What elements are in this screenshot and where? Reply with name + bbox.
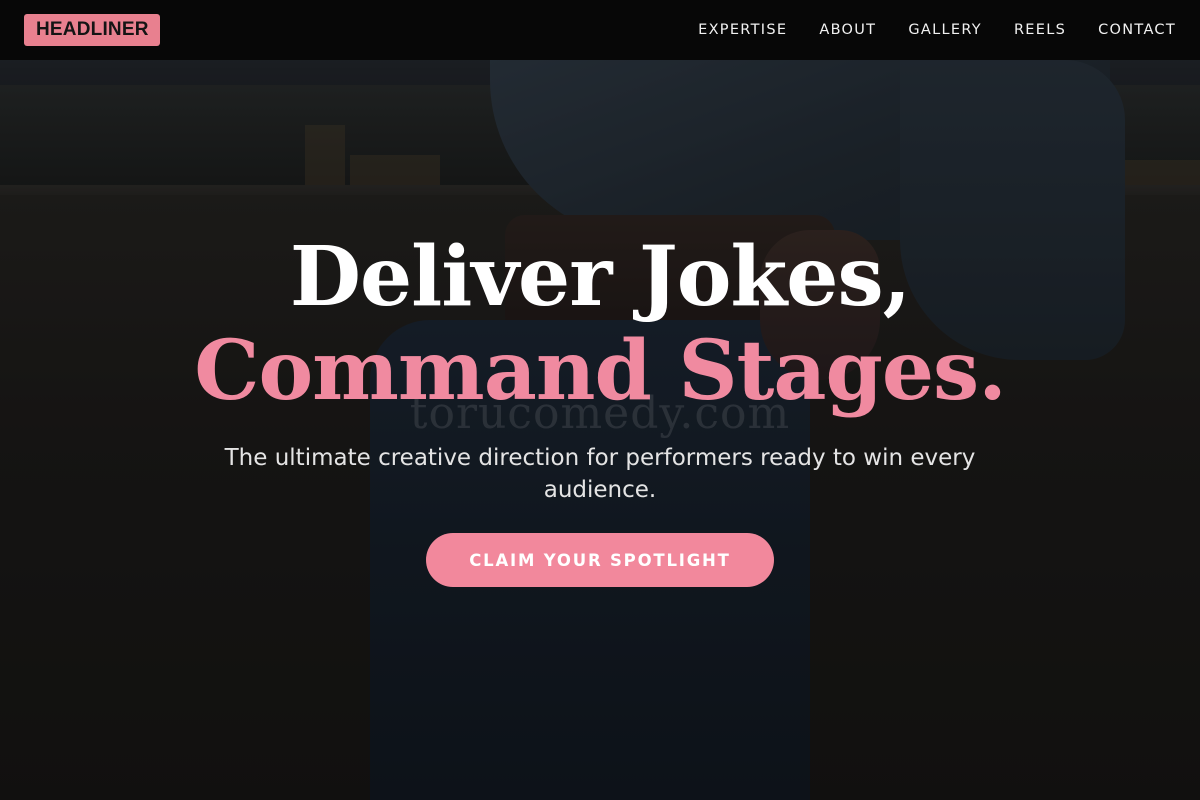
claim-spotlight-button[interactable]: CLAIM YOUR SPOTLIGHT [426, 533, 774, 587]
nav-item-expertise[interactable]: EXPERTISE [698, 22, 787, 38]
nav-item-gallery[interactable]: GALLERY [908, 22, 982, 38]
hero-subtitle: The ultimate creative direction for perf… [224, 445, 976, 503]
top-navbar: HEADLINER EXPERTISE ABOUT GALLERY REELS … [0, 0, 1200, 60]
hero-headline-line2: Command Stages. [194, 323, 1007, 419]
nav-item-about[interactable]: ABOUT [819, 22, 876, 38]
brand-logo[interactable]: HEADLINER [24, 14, 160, 46]
nav-item-contact[interactable]: CONTACT [1098, 22, 1176, 38]
hero-headline-line1: Deliver Jokes, [289, 229, 911, 325]
nav-item-reels[interactable]: REELS [1014, 22, 1066, 38]
nav-links: EXPERTISE ABOUT GALLERY REELS CONTACT [666, 22, 1176, 38]
